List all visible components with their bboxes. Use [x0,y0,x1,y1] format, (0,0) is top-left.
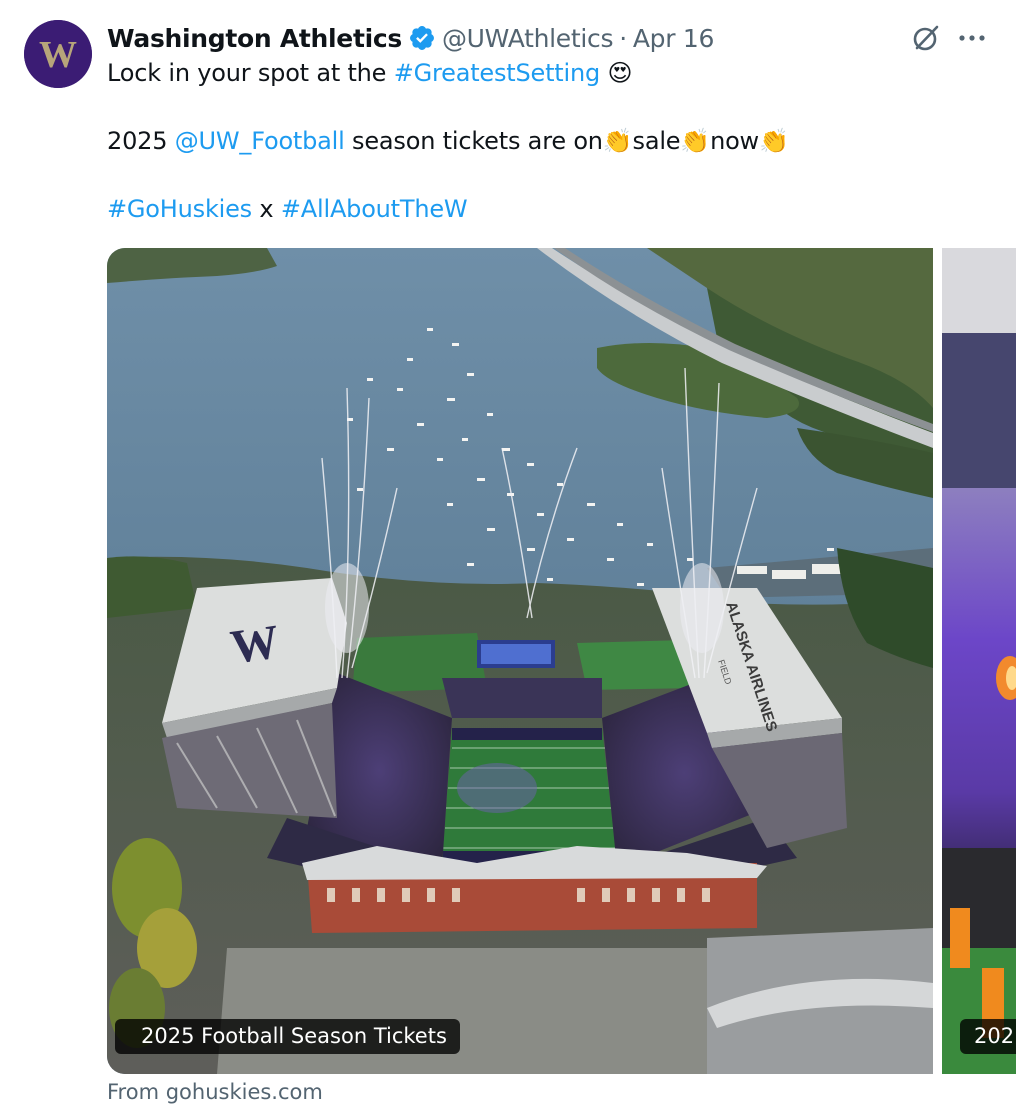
tweet-line-2: 2025 @UW_Football season tickets are on👏… [107,124,987,158]
heart-eyes-emoji-icon: 😍 [607,59,633,87]
clap-emoji-icon: 👏 [602,127,633,155]
author-handle[interactable]: @UWAthletics [442,24,614,53]
tweet-line-1: Lock in your spot at the #GreatestSettin… [107,56,987,90]
text-segment: now [710,127,759,155]
hashtag-link[interactable]: #GoHuskies [107,195,252,223]
grok-icon[interactable] [910,22,942,54]
text-segment: season tickets are on [344,127,603,155]
hashtag-link[interactable]: #GreatestSetting [394,59,601,87]
tweet-text: Lock in your spot at the #GreatestSettin… [107,56,987,226]
tweet-line-3: #GoHuskies x #AllAboutTheW [107,192,987,226]
text-segment: Lock in your spot at the [107,59,394,87]
verified-badge-icon[interactable] [408,24,436,52]
text-segment: x [252,195,281,223]
avatar[interactable]: W [24,20,92,88]
card-caption: 2025 Football Season Tickets [115,1019,460,1054]
stadium-roof-logo: W [227,615,282,674]
hashtag-link[interactable]: #AllAboutTheW [281,195,468,223]
clap-emoji-icon: 👏 [759,127,789,155]
tweet-header: Washington Athletics @UWAthletics · Apr … [107,18,714,58]
text-segment: 2025 [107,127,175,155]
author-name[interactable]: Washington Athletics [107,24,402,53]
next-card-caption: 202 [960,1019,1016,1054]
mention-link[interactable]: @UW_Football [175,127,345,155]
media-carousel[interactable]: W ALASKA AIRLINES FIELD 2025 Football Se… [107,248,1016,1074]
link-card-image[interactable]: W ALASKA AIRLINES FIELD 2025 Football Se… [107,248,933,1074]
clap-emoji-icon: 👏 [680,127,711,155]
avatar-letter: W [39,34,77,76]
next-card-image[interactable]: 202 [942,248,1016,1074]
tweet-date[interactable]: Apr 16 [633,24,715,53]
text-segment: sale [632,127,681,155]
link-source[interactable]: From gohuskies.com [107,1080,323,1104]
more-icon[interactable] [956,24,988,52]
separator-dot: · [619,23,627,53]
